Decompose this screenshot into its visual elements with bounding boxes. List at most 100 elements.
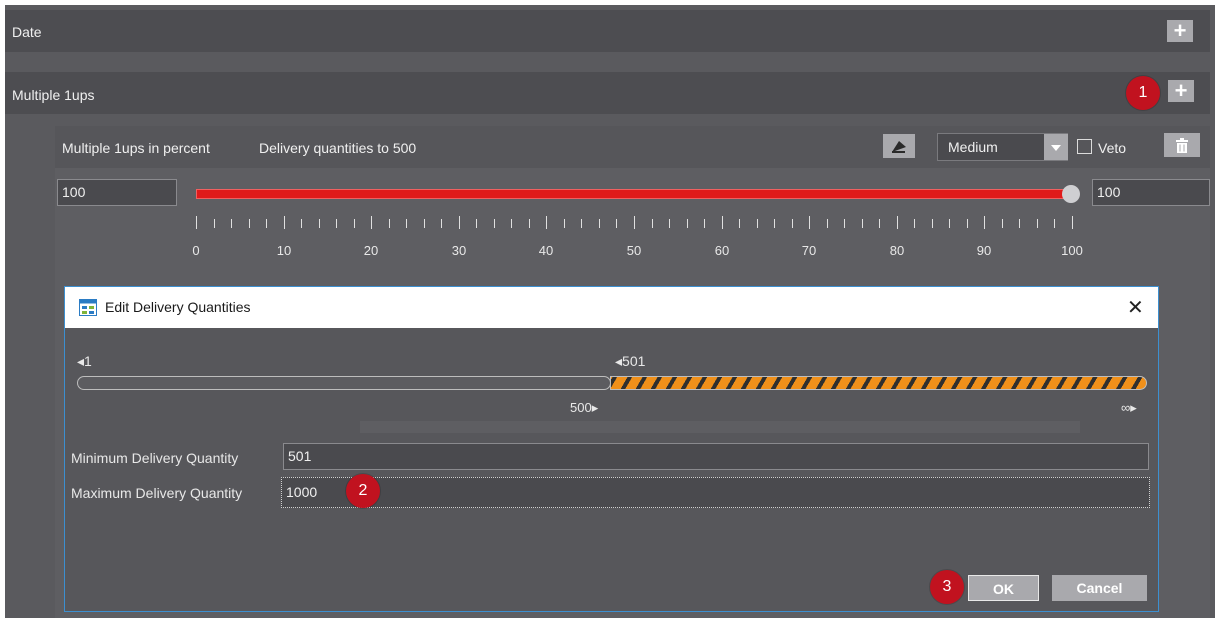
percent-slider-handle[interactable] xyxy=(1062,185,1080,203)
scale-minor-tick xyxy=(599,219,600,228)
scale-major-tick xyxy=(634,216,635,229)
scale-label: 0 xyxy=(192,243,200,258)
callout-badge-2: 2 xyxy=(346,474,380,508)
scale-major-tick xyxy=(1072,216,1073,229)
scale-minor-tick xyxy=(669,219,670,228)
edit-delivery-quantities-dialog: Edit Delivery Quantities ✕ ◂1 ◂501 500▸ … xyxy=(64,286,1159,612)
scale-minor-tick xyxy=(616,219,617,228)
scale-label: 100 xyxy=(1061,243,1083,258)
ok-button[interactable]: OK xyxy=(968,575,1039,601)
scale-minor-tick xyxy=(739,219,740,228)
veto-checkbox[interactable] xyxy=(1077,139,1092,154)
pen-icon xyxy=(892,141,906,153)
dialog-title: Edit Delivery Quantities xyxy=(105,299,251,315)
scale-label: 60 xyxy=(714,243,730,258)
scale-minor-tick xyxy=(949,219,950,228)
scale-minor-tick xyxy=(389,219,390,228)
scale-major-tick xyxy=(459,216,460,229)
scale-major-tick xyxy=(196,216,197,229)
max-quantity-label: Maximum Delivery Quantity xyxy=(71,485,243,501)
scale-minor-tick xyxy=(511,219,512,228)
range-right-end-label: ∞▸ xyxy=(1121,400,1137,415)
scale-minor-tick xyxy=(1054,219,1055,228)
scale-label: 20 xyxy=(363,243,379,258)
scale-major-tick xyxy=(897,216,898,229)
scale-minor-tick xyxy=(862,219,863,228)
rule-title: Multiple 1ups in percent xyxy=(62,140,210,156)
scale-minor-tick xyxy=(354,219,355,228)
range-segment-2[interactable] xyxy=(610,376,1147,390)
dialog-close-button[interactable]: ✕ xyxy=(1127,295,1144,320)
scale-major-tick xyxy=(284,216,285,229)
scale-minor-tick xyxy=(932,219,933,228)
rule-subtitle: Delivery quantities to 500 xyxy=(259,140,417,156)
scale-minor-tick xyxy=(266,219,267,228)
scale-minor-tick xyxy=(231,219,232,228)
scale-label: 80 xyxy=(889,243,905,258)
scale-label: 70 xyxy=(801,243,817,258)
cancel-button[interactable]: Cancel xyxy=(1052,575,1147,601)
delete-rule-button[interactable] xyxy=(1164,133,1200,157)
dialog-titlebar: Edit Delivery Quantities ✕ xyxy=(65,287,1158,328)
scale-minor-tick xyxy=(319,219,320,228)
scale-label: 40 xyxy=(538,243,554,258)
priority-select-value: Medium xyxy=(948,139,998,155)
chevron-down-icon xyxy=(1044,134,1068,160)
scale-major-tick xyxy=(371,216,372,229)
range-right-start-label: ◂501 xyxy=(615,353,646,369)
edit-quantities-button[interactable] xyxy=(883,134,915,158)
scale-minor-tick xyxy=(827,219,828,228)
scale-minor-tick xyxy=(652,219,653,228)
scale-minor-tick xyxy=(301,219,302,228)
trash-icon xyxy=(1176,138,1188,153)
scale-label: 50 xyxy=(626,243,642,258)
range-scrollbar[interactable] xyxy=(360,421,1080,433)
scale-minor-tick xyxy=(494,219,495,228)
scale-minor-tick xyxy=(1002,219,1003,228)
scale-minor-tick xyxy=(406,219,407,228)
scale-major-tick xyxy=(984,216,985,229)
callout-badge-3: 3 xyxy=(930,570,964,604)
scale-label: 10 xyxy=(276,243,292,258)
scale-major-tick xyxy=(546,216,547,229)
date-section-bar xyxy=(5,10,1210,52)
min-quantity-label: Minimum Delivery Quantity xyxy=(71,450,239,466)
slider-max-input[interactable]: 100 xyxy=(1092,179,1210,206)
scale-minor-tick xyxy=(704,219,705,228)
range-segment-1[interactable] xyxy=(77,376,611,390)
add-multiple-rule-button[interactable]: + xyxy=(1168,80,1194,102)
min-quantity-input[interactable]: 501 xyxy=(283,443,1149,470)
priority-select[interactable]: Medium xyxy=(937,133,1068,161)
scale-major-tick xyxy=(722,216,723,229)
range-left-start-label: ◂1 xyxy=(77,353,92,369)
max-quantity-input[interactable]: 1000 xyxy=(281,477,1150,508)
scale-major-tick xyxy=(809,216,810,229)
scale-minor-tick xyxy=(336,219,337,228)
multiple-section-title: Multiple 1ups xyxy=(12,87,95,103)
date-section-title: Date xyxy=(12,24,42,40)
scale-minor-tick xyxy=(581,219,582,228)
range-left-end-label: 500▸ xyxy=(570,400,599,415)
scale-minor-tick xyxy=(476,219,477,228)
percent-slider-track[interactable] xyxy=(196,189,1070,199)
scale-label: 30 xyxy=(451,243,467,258)
scale-minor-tick xyxy=(249,219,250,228)
scale-minor-tick xyxy=(792,219,793,228)
scale-minor-tick xyxy=(424,219,425,228)
scale-minor-tick xyxy=(774,219,775,228)
multiple-section-bar xyxy=(5,72,1210,114)
dialog-app-icon xyxy=(79,299,97,321)
scale-minor-tick xyxy=(844,219,845,228)
scale-minor-tick xyxy=(967,219,968,228)
scale-minor-tick xyxy=(564,219,565,228)
scale-minor-tick xyxy=(757,219,758,228)
scale-minor-tick xyxy=(441,219,442,228)
slider-min-input[interactable]: 100 xyxy=(57,179,177,206)
add-date-rule-button[interactable]: + xyxy=(1167,20,1193,42)
scale-label: 90 xyxy=(976,243,992,258)
scale-minor-tick xyxy=(687,219,688,228)
scale-minor-tick xyxy=(1019,219,1020,228)
scale-minor-tick xyxy=(529,219,530,228)
scale-minor-tick xyxy=(1037,219,1038,228)
scale-minor-tick xyxy=(879,219,880,228)
